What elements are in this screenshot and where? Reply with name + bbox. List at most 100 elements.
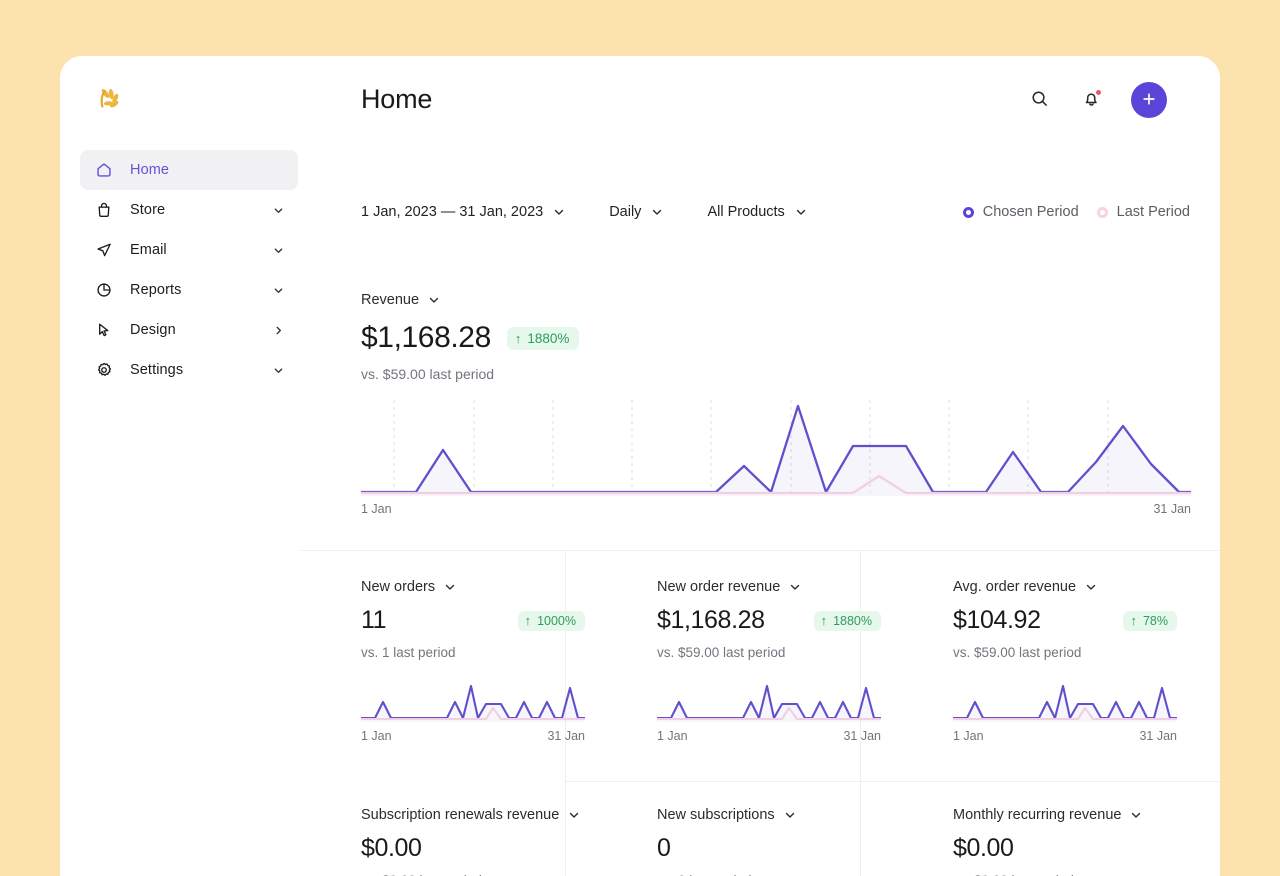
card-metric-selector[interactable]: New subscriptions [657,807,796,823]
chevron-down-icon [651,206,663,218]
gear-icon [94,360,114,380]
sidebar-item-home[interactable]: Home [80,150,298,190]
chevron-down-icon [444,581,456,593]
sidebar-item-reports[interactable]: Reports [80,270,298,310]
header-actions [1021,82,1167,118]
dashboard-content: 1 Jan, 2023 — 31 Jan, 2023 Daily [300,156,1220,876]
revenue-chart-axis: 1 Jan 31 Jan [361,502,1191,516]
card-metric-selector[interactable]: Avg. order revenue [953,579,1097,595]
legend-dot-icon [1097,207,1108,218]
page-header: Home [300,56,1220,156]
arrow-up-icon: ↑ [1130,614,1137,627]
sidebar-item-design[interactable]: Design [80,310,298,350]
metric-card-new-orders: New orders 11 ↑ 1000% [361,578,585,743]
chevron-down-icon [784,809,796,821]
card-value-row: $1,168.28 ↑ 1880% [657,606,881,635]
notifications-button[interactable] [1073,82,1109,118]
card-title: Subscription renewals revenue [361,807,559,823]
card-value: $0.00 [953,834,1014,863]
chevron-down-icon [795,206,807,218]
granularity-filter[interactable]: Daily [609,204,663,220]
section-divider [300,550,1220,551]
revenue-comparison: vs. $59.00 last period [361,366,1201,382]
card-metric-selector[interactable]: Monthly recurring revenue [953,807,1142,823]
legend-dot-icon [963,207,974,218]
axis-start-label: 1 Jan [953,729,984,743]
card-sparkline-axis: 1 Jan 31 Jan [361,729,585,743]
card-comparison: vs. $59.00 last period [657,645,881,660]
card-delta-badge: ↑ 1880% [814,611,881,631]
chevron-down-icon [1130,809,1142,821]
search-icon [1030,89,1049,111]
legend-last-period[interactable]: Last Period [1097,204,1190,220]
sidebar-item-store[interactable]: Store [80,190,298,230]
card-title: New order revenue [657,579,780,595]
plus-icon [1141,91,1157,110]
product-filter-label: All Products [707,204,784,220]
axis-end-label: 31 Jan [547,729,585,743]
arrow-up-icon: ↑ [515,332,522,345]
card-delta-value: 1880% [833,614,872,628]
card-sparkline[interactable] [361,682,585,722]
card-value-row: 0 [657,834,881,863]
date-range-filter[interactable]: 1 Jan, 2023 — 31 Jan, 2023 [361,204,565,220]
axis-end-label: 31 Jan [1153,502,1191,516]
chevron-down-icon [1085,581,1097,593]
card-metric-selector[interactable]: Subscription renewals revenue [361,807,580,823]
chevron-down-icon [789,581,801,593]
chevron-down-icon [272,204,284,216]
chevron-down-icon [428,294,440,306]
sidebar-item-label: Reports [130,282,181,298]
revenue-metric: Revenue $1,168.28 ↑ 1880% vs. $59.00 las… [361,291,1201,382]
flower-leaf-logo-icon[interactable] [92,82,128,118]
sidebar-item-label: Design [130,322,176,338]
sidebar-item-label: Settings [130,362,183,378]
product-filter[interactable]: All Products [707,204,806,220]
page-root: Home Store [0,0,1280,876]
card-value: $0.00 [361,834,422,863]
revenue-delta-badge: ↑ 1880% [507,327,580,350]
card-value-row: $0.00 [953,834,1203,863]
axis-start-label: 1 Jan [361,729,392,743]
card-value: $1,168.28 [657,606,765,635]
search-button[interactable] [1021,82,1057,118]
notification-badge [1095,89,1102,96]
card-delta-badge: ↑ 1000% [518,611,585,631]
card-title: Avg. order revenue [953,579,1076,595]
revenue-metric-title: Revenue [361,292,419,308]
add-button[interactable] [1131,82,1167,118]
revenue-value-row: $1,168.28 ↑ 1880% [361,321,1201,355]
pie-chart-icon [94,280,114,300]
chevron-down-icon [568,809,580,821]
card-delta-value: 1000% [537,614,576,628]
sidebar-item-label: Store [130,202,165,218]
card-value: $104.92 [953,606,1041,635]
legend-label: Last Period [1117,204,1190,220]
arrow-up-icon: ↑ [821,614,828,627]
home-icon [94,160,114,180]
sidebar-item-settings[interactable]: Settings [80,350,298,390]
card-comparison: vs. $59.00 last period [953,645,1177,660]
page-title: Home [361,84,432,115]
axis-start-label: 1 Jan [361,502,392,516]
chart-legend: Chosen Period Last Period [963,204,1190,220]
metric-card-avg-order-revenue: Avg. order revenue $104.92 ↑ 78% [953,578,1177,743]
card-metric-selector[interactable]: New orders [361,579,456,595]
axis-start-label: 1 Jan [657,729,688,743]
revenue-chart[interactable] [361,396,1191,496]
revenue-delta-value: 1880% [527,331,569,346]
sidebar-item-label: Home [130,162,169,178]
sidebar-item-email[interactable]: Email [80,230,298,270]
sidebar-nav: Home Store [80,150,298,390]
chevron-down-icon [553,206,565,218]
card-value-row: $104.92 ↑ 78% [953,606,1177,635]
metric-card-new-order-revenue: New order revenue $1,168.28 ↑ 1880% [657,578,881,743]
card-value-row: 11 ↑ 1000% [361,606,585,635]
sidebar: Home Store [60,56,300,876]
revenue-metric-selector[interactable]: Revenue [361,292,440,308]
legend-chosen-period[interactable]: Chosen Period [963,204,1079,220]
card-sparkline[interactable] [953,682,1177,722]
card-metric-selector[interactable]: New order revenue [657,579,801,595]
card-sparkline[interactable] [657,682,881,722]
send-icon [94,240,114,260]
